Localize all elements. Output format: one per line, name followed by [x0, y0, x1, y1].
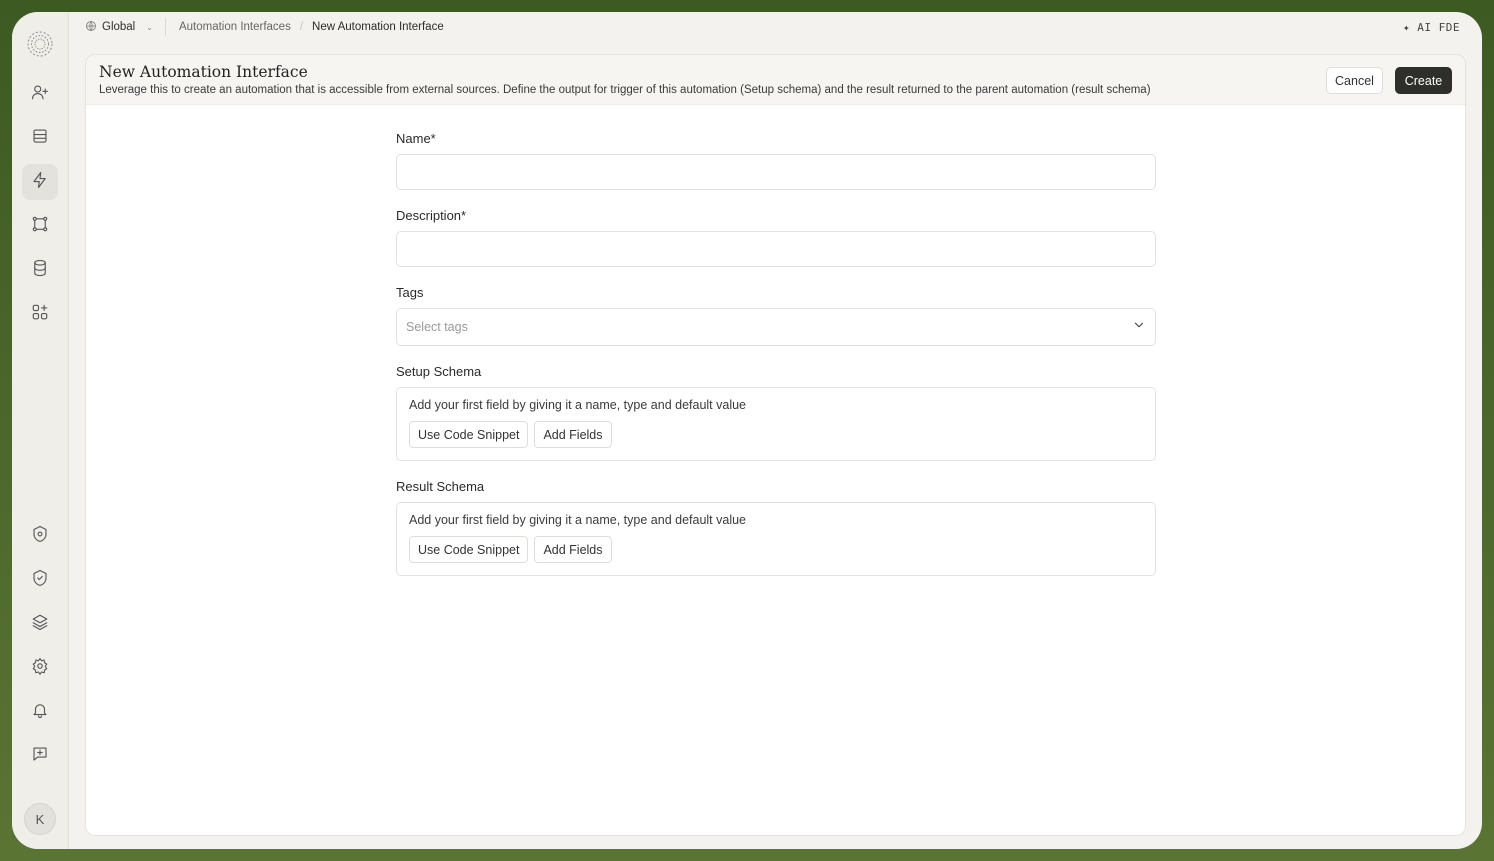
avatar-initial: K	[35, 811, 45, 827]
topbar: Global ⌄ Automation Interfaces / New Aut…	[69, 12, 1482, 42]
description-input[interactable]	[396, 231, 1156, 267]
name-input[interactable]	[396, 154, 1156, 190]
page-header: New Automation Interface Leverage this t…	[86, 55, 1465, 105]
tags-placeholder: Select tags	[406, 320, 468, 334]
setup-use-code-snippet-button[interactable]: Use Code Snippet	[409, 421, 529, 448]
bell-icon	[31, 701, 49, 724]
notifications-nav-button[interactable]	[22, 694, 58, 730]
tags-select[interactable]: Select tags	[396, 308, 1156, 346]
feedback-icon	[31, 745, 49, 768]
feedback-nav-button[interactable]	[22, 738, 58, 774]
name-field-group: Name*	[396, 131, 1156, 190]
inbox-icon	[31, 127, 49, 150]
result-add-fields-button[interactable]: Add Fields	[534, 536, 612, 563]
result-schema-actions: Use Code Snippet Add Fields	[409, 536, 1143, 563]
shield-settings-icon	[31, 525, 49, 548]
setup-schema-box: Add your first field by giving it a name…	[396, 387, 1156, 461]
result-schema-hint: Add your first field by giving it a name…	[409, 513, 746, 527]
spiral-logo-icon[interactable]	[24, 28, 56, 60]
app-window: K Global ⌄ Automation Interfaces / New A…	[12, 12, 1482, 849]
cancel-button[interactable]: Cancel	[1326, 67, 1383, 94]
automations-nav-button[interactable]	[22, 164, 58, 200]
tags-label: Tags	[396, 285, 424, 300]
chevron-down-icon: ⌄	[146, 22, 153, 32]
setup-schema-label: Setup Schema	[396, 364, 482, 379]
setup-schema-actions: Use Code Snippet Add Fields	[409, 421, 1143, 448]
result-schema-box: Add your first field by giving it a name…	[396, 502, 1156, 576]
setup-add-fields-button[interactable]: Add Fields	[534, 421, 612, 448]
description-label: Description*	[396, 208, 467, 223]
globe-icon	[85, 20, 97, 35]
layers-icon	[31, 613, 49, 636]
setup-schema-hint: Add your first field by giving it a name…	[409, 398, 746, 412]
result-schema-group: Result Schema Add your first field by gi…	[396, 479, 1156, 576]
sparkle-icon: ✦	[1403, 21, 1411, 34]
breadcrumb-current: New Automation Interface	[312, 21, 444, 33]
main-panel: New Automation Interface Leverage this t…	[85, 54, 1466, 836]
shield-check-icon	[31, 569, 49, 592]
tags-field-group: Tags Select tags	[396, 285, 1156, 346]
ai-fde-button[interactable]: ✦ AI FDE	[1403, 21, 1460, 34]
apps-add-icon	[31, 303, 49, 326]
create-button[interactable]: Create	[1395, 67, 1452, 94]
interface-form: Name* Description* Tags Select tags Setu…	[396, 131, 1156, 594]
layers-nav-button[interactable]	[22, 606, 58, 642]
compliance-nav-button[interactable]	[22, 562, 58, 598]
avatar[interactable]: K	[24, 803, 56, 835]
ai-fde-label: AI FDE	[1417, 21, 1460, 34]
page-title: New Automation Interface	[99, 63, 308, 81]
description-field-group: Description*	[396, 208, 1156, 267]
inbox-nav-button[interactable]	[22, 120, 58, 156]
user-plus-icon	[31, 83, 49, 106]
security-nav-button[interactable]	[22, 518, 58, 554]
breadcrumb-parent[interactable]: Automation Interfaces	[179, 21, 291, 33]
users-nav-button[interactable]	[22, 76, 58, 112]
settings-nav-button[interactable]	[22, 650, 58, 686]
apps-nav-button[interactable]	[22, 296, 58, 332]
gear-icon	[31, 657, 49, 680]
database-nav-button[interactable]	[22, 252, 58, 288]
setup-schema-group: Setup Schema Add your first field by giv…	[396, 364, 1156, 461]
result-schema-label: Result Schema	[396, 479, 485, 494]
scope-selector[interactable]: Global ⌄	[85, 18, 166, 36]
database-icon	[31, 259, 49, 282]
lightning-icon	[31, 171, 49, 194]
workflows-nav-button[interactable]	[22, 208, 58, 244]
workflow-icon	[31, 215, 49, 238]
chevron-down-icon	[1132, 318, 1146, 337]
result-use-code-snippet-button[interactable]: Use Code Snippet	[409, 536, 529, 563]
page-description: Leverage this to create an automation th…	[99, 84, 1151, 96]
name-label: Name*	[396, 131, 436, 146]
sidebar: K	[12, 12, 69, 849]
breadcrumb-separator: /	[299, 21, 304, 33]
scope-label: Global	[102, 21, 136, 33]
